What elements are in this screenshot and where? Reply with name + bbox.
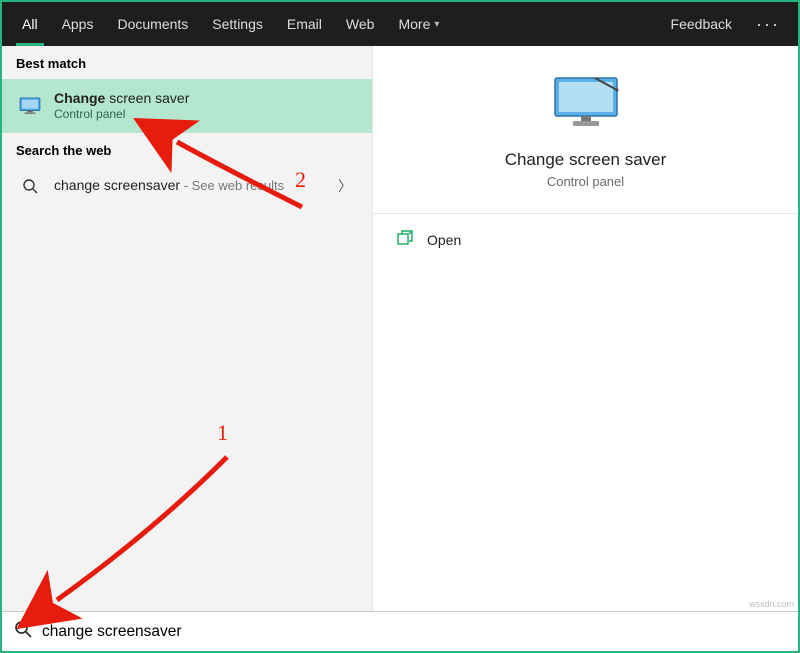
search-input[interactable] <box>42 623 786 641</box>
web-result-query: change screensaver <box>54 177 180 193</box>
results-list: Best match Change screen saver Control p… <box>2 46 372 611</box>
best-match-title: Change screen saver <box>54 89 358 107</box>
tab-more-label: More <box>398 16 430 32</box>
web-result-suffix: - See web results <box>180 178 284 193</box>
filter-tabs: All Apps Documents Settings Email Web Mo… <box>10 2 451 46</box>
monitor-large-icon <box>551 76 621 136</box>
best-match-subtitle: Control panel <box>54 107 358 123</box>
tab-settings[interactable]: Settings <box>200 2 275 46</box>
top-tab-bar: All Apps Documents Settings Email Web Mo… <box>2 2 798 46</box>
tab-apps[interactable]: Apps <box>50 2 106 46</box>
open-action[interactable]: Open <box>373 214 798 265</box>
open-label: Open <box>427 232 461 248</box>
section-best-match: Best match <box>2 46 372 79</box>
open-icon <box>397 230 413 249</box>
preview-title: Change screen saver <box>505 150 667 170</box>
chevron-down-icon: ▾ <box>434 19 439 30</box>
search-bar[interactable] <box>2 611 798 651</box>
preview-subtitle: Control panel <box>547 174 624 189</box>
chevron-right-icon[interactable]: 〉 <box>332 176 358 196</box>
overflow-menu-button[interactable]: ··· <box>746 14 790 35</box>
tab-all[interactable]: All <box>10 2 50 46</box>
preview-pane: Change screen saver Control panel Open <box>372 46 798 611</box>
tab-email[interactable]: Email <box>275 2 334 46</box>
search-icon <box>14 620 32 643</box>
section-search-web: Search the web <box>2 133 372 166</box>
tab-more[interactable]: More ▾ <box>386 2 451 46</box>
monitor-icon <box>16 97 44 115</box>
results-body: Best match Change screen saver Control p… <box>2 46 798 611</box>
watermark: wsxdn.com <box>749 599 794 609</box>
best-match-result[interactable]: Change screen saver Control panel <box>2 79 372 133</box>
feedback-button[interactable]: Feedback <box>657 16 746 32</box>
search-window: All Apps Documents Settings Email Web Mo… <box>0 0 800 653</box>
tab-web[interactable]: Web <box>334 2 387 46</box>
search-icon <box>16 178 44 194</box>
preview-header: Change screen saver Control panel <box>373 46 798 214</box>
web-search-result[interactable]: change screensaver - See web results 〉 <box>2 166 372 206</box>
tab-documents[interactable]: Documents <box>105 2 200 46</box>
